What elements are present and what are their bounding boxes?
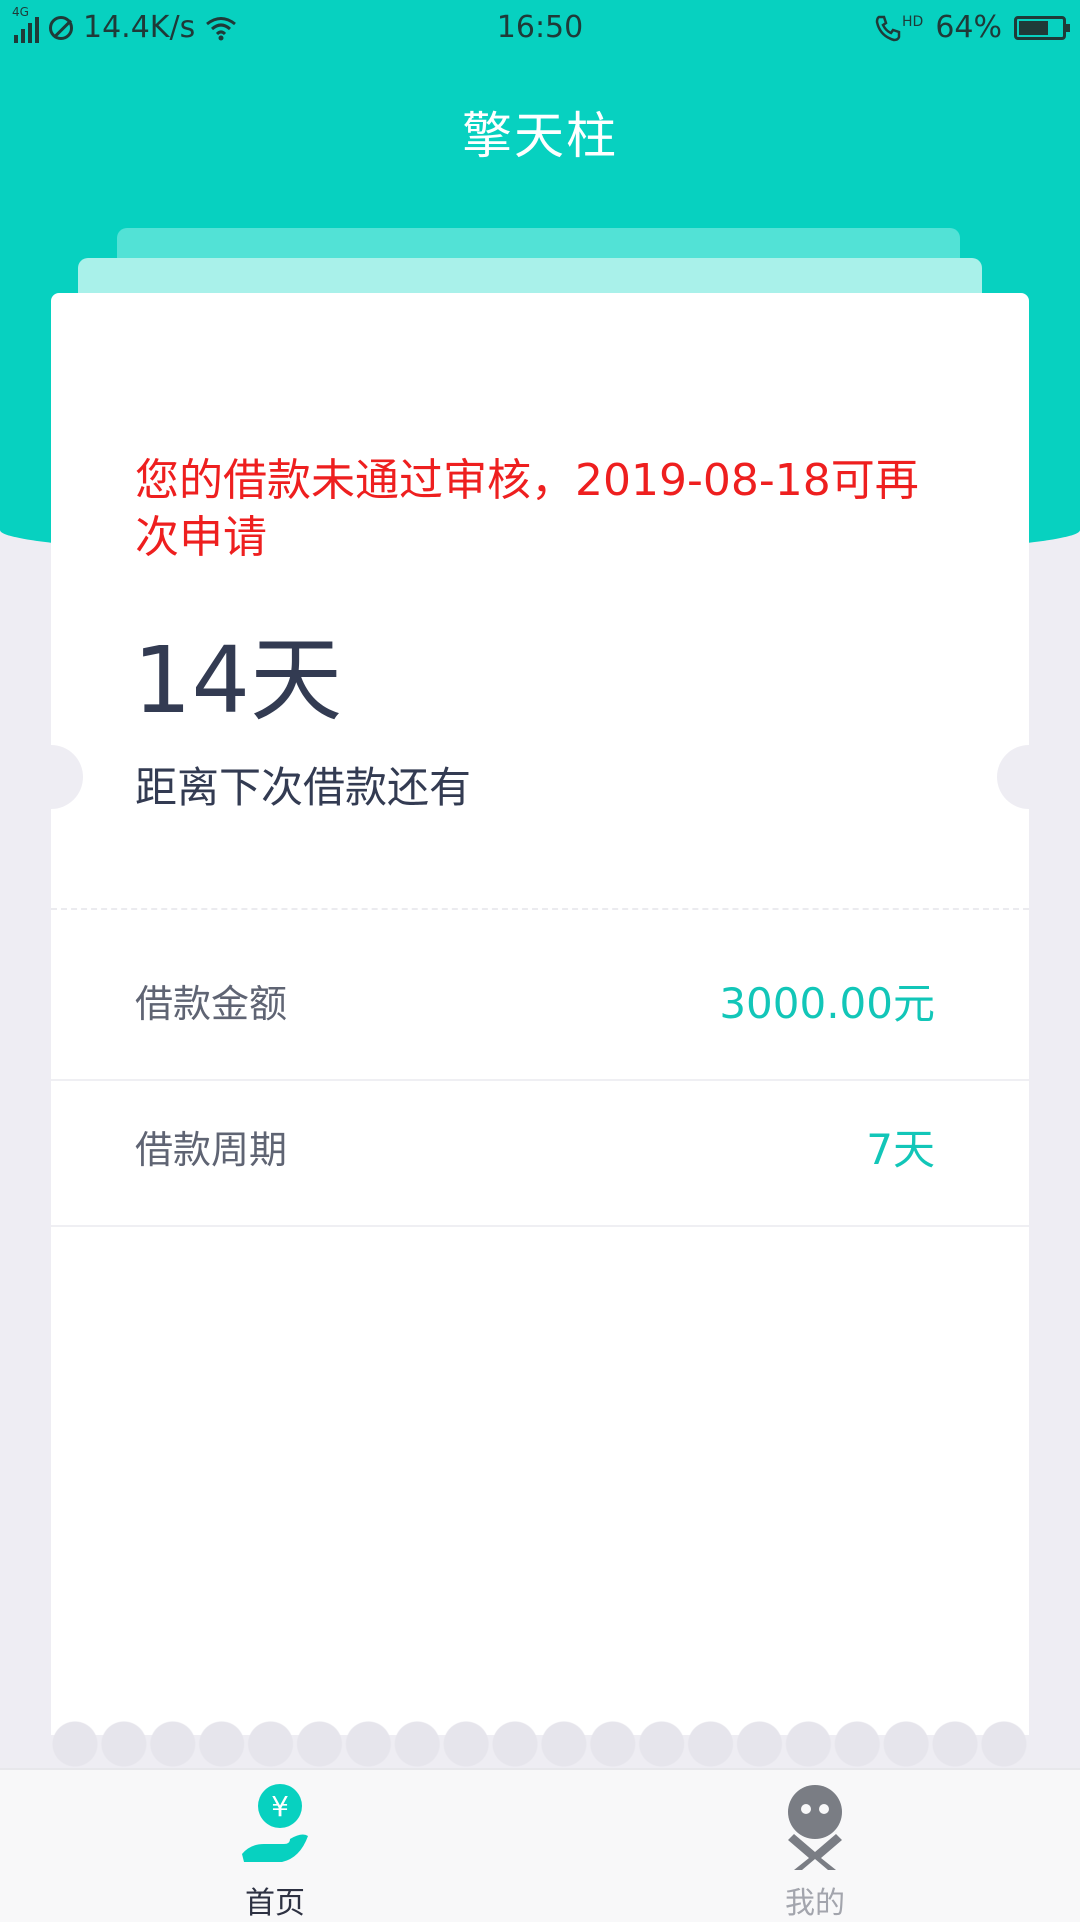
svg-text:¥: ¥ <box>271 1790 289 1823</box>
days-remaining: 14天 <box>133 627 343 734</box>
yuan-hand-icon: ¥ <box>242 1784 308 1862</box>
battery-icon <box>1014 15 1070 40</box>
battery-fill <box>1019 20 1049 35</box>
tab-mine-label: 我的 <box>785 1886 845 1921</box>
tab-mine[interactable]: 我的 <box>710 1770 910 1922</box>
hd-badge: HD <box>902 13 924 30</box>
page-title: 擎天柱 <box>462 107 618 165</box>
loan-amount-value: 3000.00元 <box>719 979 935 1028</box>
loan-amount-label: 借款金额 <box>135 982 288 1026</box>
card-notch-left <box>19 745 83 809</box>
loan-period-row: 借款周期 7天 <box>51 1080 1029 1227</box>
battery-percent: 64% <box>935 10 1002 45</box>
card-notch-right <box>997 745 1061 809</box>
loan-period-value: 7天 <box>866 1125 935 1174</box>
reject-message: 您的借款未通过审核，2019-08-18可再次申请 <box>135 455 919 563</box>
card-divider <box>51 908 1029 910</box>
card-scalloped-edge <box>51 1718 1029 1770</box>
loan-amount-row: 借款金额 3000.00元 <box>51 934 1029 1081</box>
profile-face-icon <box>788 1785 842 1870</box>
days-remaining-label: 距离下次借款还有 <box>135 763 472 812</box>
tab-home[interactable]: ¥ 首页 <box>170 1770 370 1922</box>
loan-period-label: 借款周期 <box>135 1128 288 1172</box>
status-bar: 4G 14.4K/s 16:50 HD 64% <box>0 0 1080 60</box>
tab-home-label: 首页 <box>245 1886 305 1921</box>
tab-bar: ¥ 首页 我的 <box>0 1768 1080 1922</box>
hd-call-icon: HD <box>874 14 923 42</box>
status-bar-right: HD 64% <box>874 10 1070 45</box>
